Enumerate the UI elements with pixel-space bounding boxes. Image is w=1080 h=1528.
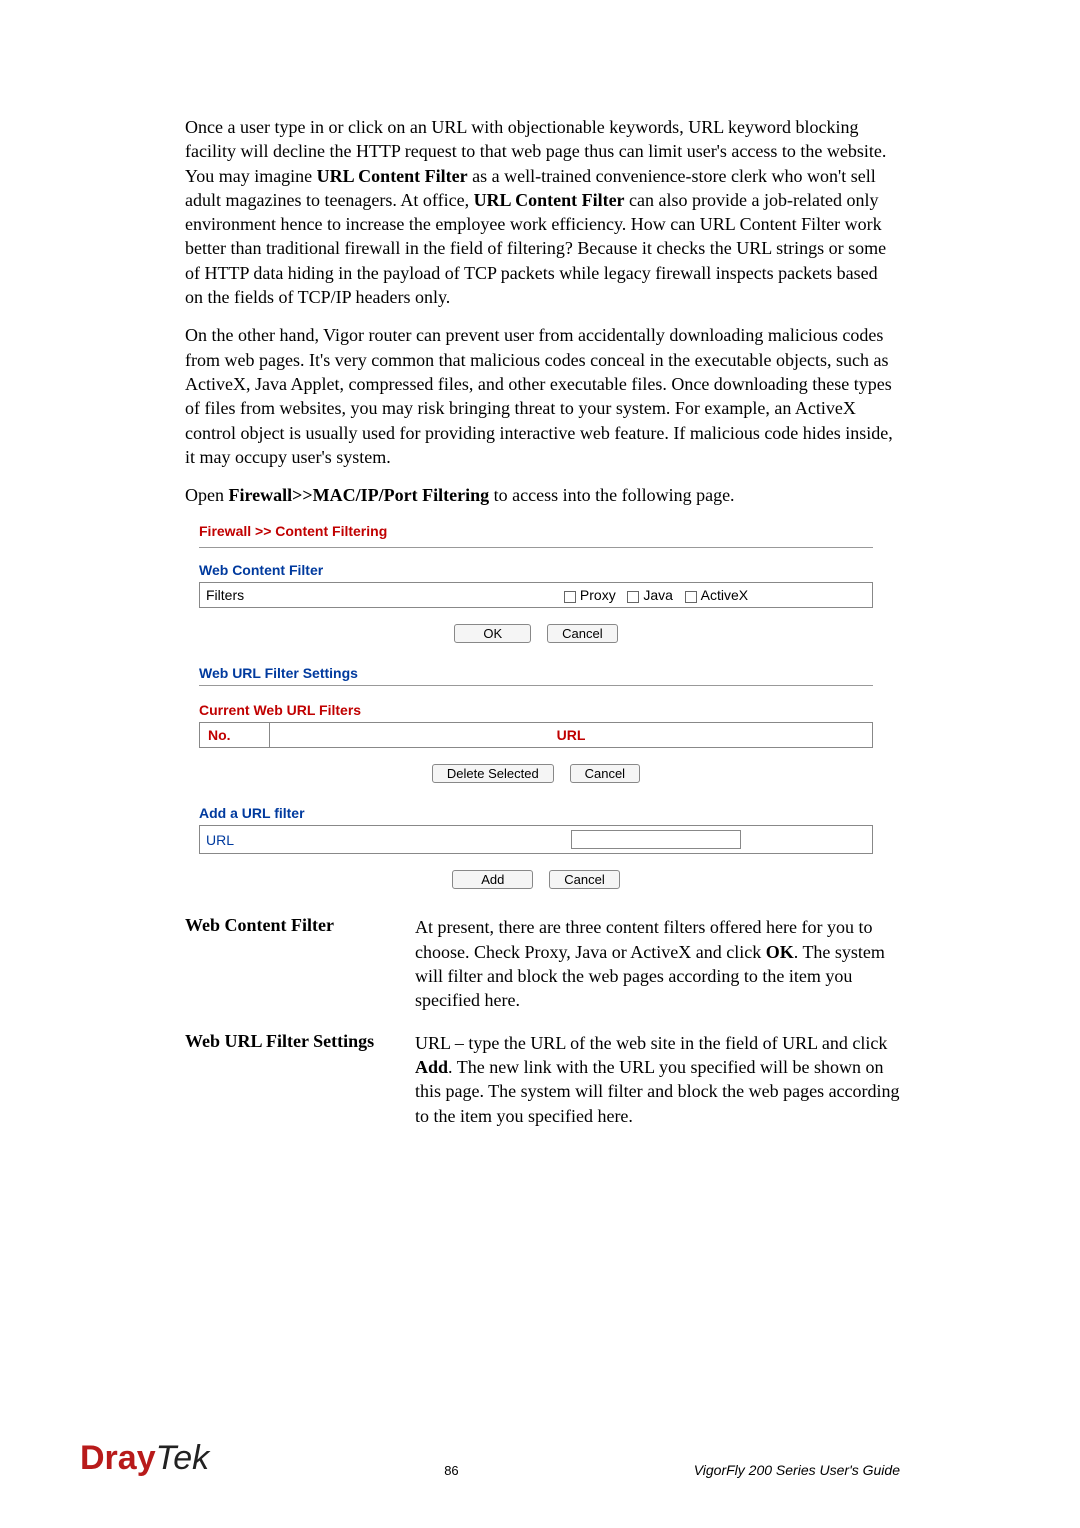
desc-term-wufs: Web URL Filter Settings bbox=[185, 1031, 415, 1128]
url-list-button-bar: Delete Selected Cancel bbox=[199, 764, 873, 783]
draytek-logo: DrayTek bbox=[80, 1439, 209, 1478]
description-block: Web Content Filter At present, there are… bbox=[185, 915, 900, 1127]
add-url-filter-head: Add a URL filter bbox=[199, 805, 873, 821]
desc-text-wcf: At present, there are three content filt… bbox=[415, 915, 900, 1012]
desc-text-wufs: URL – type the URL of the web site in th… bbox=[415, 1031, 900, 1128]
page-footer: DrayTek 86 VigorFly 200 Series User's Gu… bbox=[0, 1439, 1080, 1478]
java-label: Java bbox=[643, 587, 673, 603]
activex-checkbox[interactable] bbox=[685, 591, 697, 603]
proxy-label: Proxy bbox=[580, 587, 616, 603]
proxy-checkbox[interactable] bbox=[564, 591, 576, 603]
page-number: 86 bbox=[444, 1463, 458, 1478]
web-url-filter-settings-head: Web URL Filter Settings bbox=[199, 665, 873, 681]
activex-label: ActiveX bbox=[701, 587, 748, 603]
guide-title: VigorFly 200 Series User's Guide bbox=[694, 1462, 900, 1478]
current-web-url-filters-head: Current Web URL Filters bbox=[199, 702, 873, 718]
add-button[interactable]: Add bbox=[452, 870, 533, 889]
p3-c: to access into the following page. bbox=[489, 485, 734, 505]
cancel-button-3[interactable]: Cancel bbox=[549, 870, 619, 889]
logo-dray: Dray bbox=[80, 1439, 156, 1477]
p3-a: Open bbox=[185, 485, 229, 505]
breadcrumb: Firewall >> Content Filtering bbox=[199, 523, 873, 548]
desc-row-2: Web URL Filter Settings URL – type the U… bbox=[185, 1031, 900, 1128]
add-url-button-bar: Add Cancel bbox=[199, 870, 873, 889]
url-input-label: URL bbox=[206, 832, 446, 848]
desc-term-wcf: Web Content Filter bbox=[185, 915, 415, 1012]
filters-options: Proxy Java ActiveX bbox=[446, 587, 866, 603]
cancel-button-2[interactable]: Cancel bbox=[570, 764, 640, 783]
filters-label: Filters bbox=[206, 587, 446, 603]
url-filter-table: No. URL bbox=[199, 722, 873, 748]
col-url: URL bbox=[270, 723, 873, 748]
paragraph-2: On the other hand, Vigor router can prev… bbox=[185, 323, 900, 469]
cancel-button-1[interactable]: Cancel bbox=[547, 624, 617, 643]
col-no: No. bbox=[200, 723, 270, 748]
url-input[interactable] bbox=[571, 830, 741, 849]
wcf-button-bar: OK Cancel bbox=[199, 624, 873, 643]
p3-b: Firewall>>MAC/IP/Port Filtering bbox=[229, 485, 490, 505]
paragraph-3: Open Firewall>>MAC/IP/Port Filtering to … bbox=[185, 483, 900, 507]
desc-row-1: Web Content Filter At present, there are… bbox=[185, 915, 900, 1012]
p1-bold2: URL Content Filter bbox=[474, 190, 625, 210]
logo-tek: Tek bbox=[156, 1439, 210, 1477]
content-filtering-form: Firewall >> Content Filtering Web Conten… bbox=[185, 521, 873, 889]
p1-bold1: URL Content Filter bbox=[317, 166, 468, 186]
java-checkbox[interactable] bbox=[627, 591, 639, 603]
web-content-filter-head: Web Content Filter bbox=[199, 562, 873, 578]
paragraph-1: Once a user type in or click on an URL w… bbox=[185, 115, 900, 309]
filters-row: Filters Proxy Java ActiveX bbox=[199, 582, 873, 608]
ok-button[interactable]: OK bbox=[454, 624, 531, 643]
url-input-row: URL bbox=[199, 825, 873, 854]
delete-selected-button[interactable]: Delete Selected bbox=[432, 764, 554, 783]
